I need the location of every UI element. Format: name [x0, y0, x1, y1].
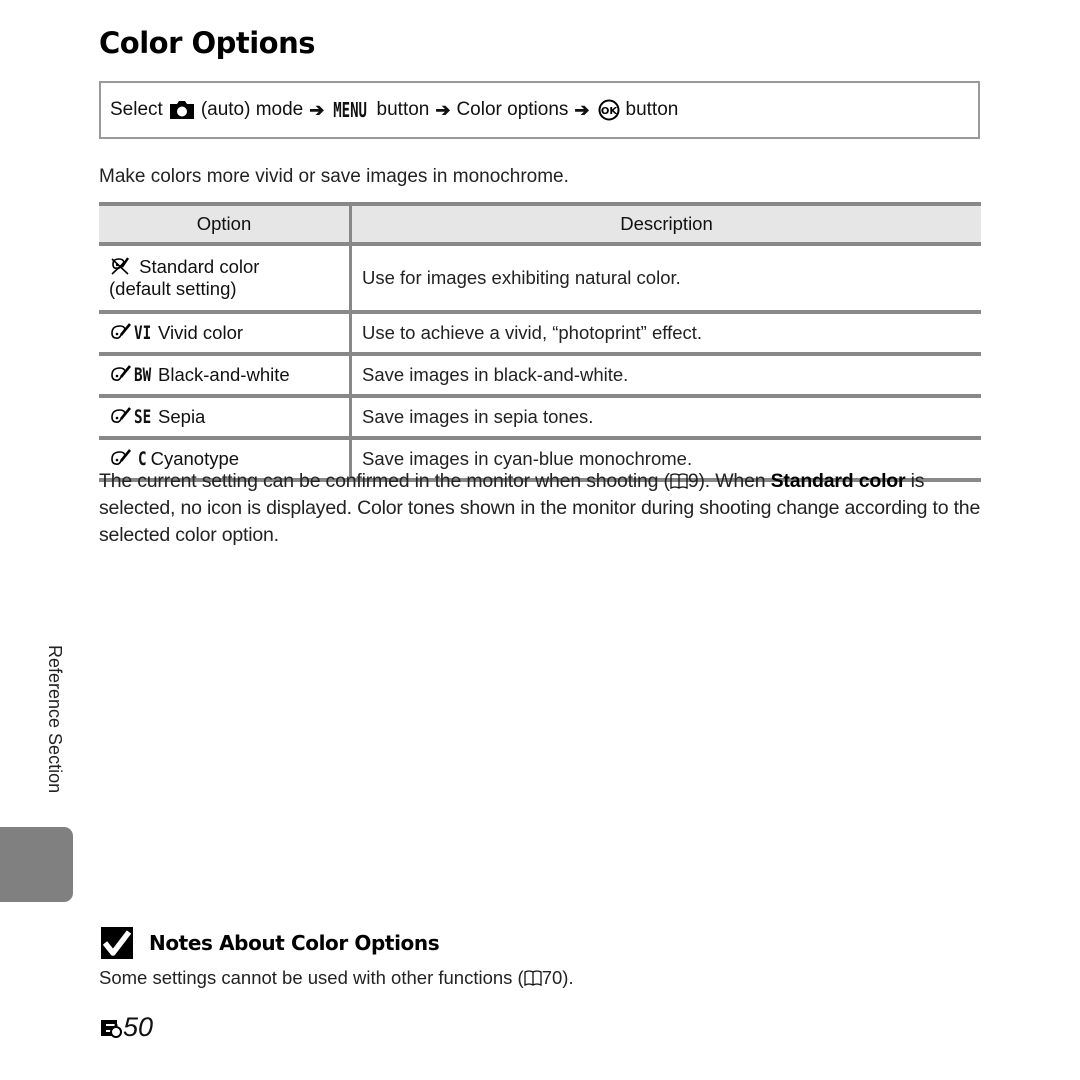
arrow-icon: ➔ — [309, 99, 325, 120]
menu-button-icon: MENU — [333, 98, 368, 122]
option-label: Cyanotype — [150, 448, 240, 469]
header-description: Description — [350, 202, 981, 246]
book-reference-icon — [524, 969, 542, 987]
palette-brush-icon — [109, 364, 133, 384]
page-reference-link[interactable]: 9 — [688, 470, 699, 492]
option-code: C — [138, 448, 147, 470]
svg-text:OK: OK — [600, 106, 618, 117]
option-sublabel: (default setting) — [109, 278, 237, 299]
book-reference-icon — [670, 470, 688, 490]
section-side-label: Reference Section — [45, 645, 65, 794]
palette-brush-icon — [109, 322, 133, 342]
table-header-row: Option Description — [99, 202, 981, 246]
palette-brush-icon — [109, 448, 133, 468]
page-number-text: 50 — [123, 1012, 154, 1042]
nav-mode-text: (auto) mode — [200, 99, 304, 120]
palette-brush-icon — [109, 406, 133, 426]
table-row: VI Vivid color Use to achieve a vivid, “… — [99, 312, 981, 356]
ok-button-icon: OK — [598, 99, 620, 121]
notes-heading: Notes About Color Options — [101, 927, 440, 959]
option-description: Save images in sepia tones. — [350, 396, 981, 440]
page-reference-link[interactable]: 70 — [542, 967, 563, 988]
table-row: Standard color (default setting) Use for… — [99, 244, 981, 314]
menu-path-box: Select (auto) mode ➔ MENU button ➔ Color… — [99, 81, 980, 139]
intro-text: Make colors more vivid or save images in… — [99, 166, 569, 187]
arrow-icon: ➔ — [574, 99, 590, 120]
body-paragraph: The current setting can be confirmed in … — [99, 468, 983, 549]
option-code: SE — [134, 406, 152, 428]
checkmark-icon — [101, 927, 133, 959]
reference-section-e-icon — [99, 1014, 123, 1042]
nav-step3-text: Color options — [456, 99, 569, 120]
option-description: Use for images exhibiting natural color. — [350, 244, 981, 314]
page-title: Color Options — [99, 26, 316, 60]
notes-text-part: ). — [562, 967, 574, 988]
option-description: Use to achieve a vivid, “photoprint” eff… — [350, 312, 981, 356]
notes-title: Notes About Color Options — [149, 931, 440, 955]
standard-color-icon — [109, 256, 133, 276]
option-description: Save images in black-and-white. — [350, 354, 981, 398]
nav-menu-suffix: button — [376, 99, 430, 120]
header-option: Option — [99, 202, 352, 246]
option-label: Black-and-white — [158, 364, 290, 385]
option-code: BW — [134, 364, 152, 386]
nav-select-text: Select — [110, 99, 163, 120]
nav-ok-suffix: button — [625, 99, 679, 120]
option-code: VI — [134, 322, 152, 344]
section-tab — [0, 827, 73, 902]
body-text-part: The current setting can be confirmed in … — [99, 470, 670, 492]
arrow-icon: ➔ — [435, 99, 451, 120]
table-row: BW Black-and-white Save images in black-… — [99, 354, 981, 398]
notes-text: Some settings cannot be used with other … — [99, 967, 574, 989]
color-options-table: Option Description Standard color (defau… — [99, 202, 981, 482]
page-number: 50 — [99, 1012, 153, 1043]
body-bold-term: Standard color — [770, 470, 906, 492]
table-row: SE Sepia Save images in sepia tones. — [99, 396, 981, 440]
option-label: Standard color — [139, 256, 260, 277]
camera-auto-icon — [169, 100, 195, 120]
option-label: Vivid color — [158, 322, 244, 343]
notes-text-part: Some settings cannot be used with other … — [99, 967, 524, 988]
body-text-part: ). When — [698, 470, 771, 492]
option-label: Sepia — [158, 406, 206, 427]
